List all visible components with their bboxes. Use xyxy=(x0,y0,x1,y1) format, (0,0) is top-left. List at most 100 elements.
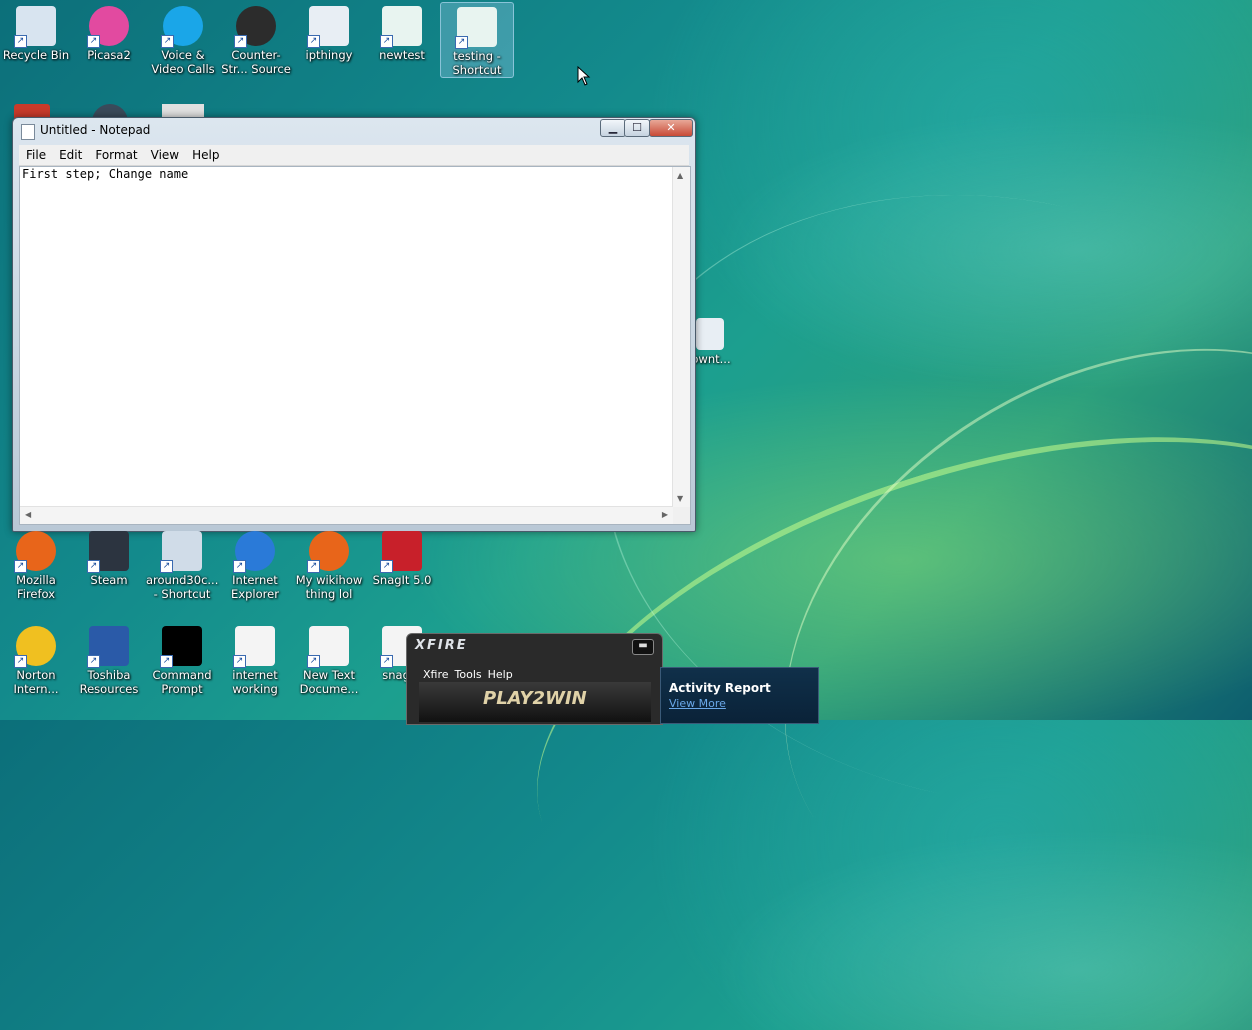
activity-report-popup[interactable]: Activity Report View More xyxy=(660,667,819,724)
xfire-menubar: Xfire Tools Help xyxy=(423,668,519,681)
menu-help[interactable]: Help xyxy=(185,145,225,162)
firefox-icon: ↗ xyxy=(14,531,56,573)
settings-file-icon xyxy=(696,318,724,350)
desktop-icon-label: testing - Shortcut xyxy=(452,49,502,77)
desktop-icon[interactable]: ↗ Mozilla Firefox xyxy=(0,527,72,601)
shortcut-arrow-icon: ↗ xyxy=(14,560,27,573)
desktop-icon-label: Toshiba Resources xyxy=(79,668,139,696)
script-icon: ↗ xyxy=(380,6,422,48)
shortcut-arrow-icon: ↗ xyxy=(161,35,174,48)
shortcut-arrow-icon: ↗ xyxy=(160,560,173,573)
command-prompt-icon: ↗ xyxy=(160,626,202,668)
toshiba-icon: ↗ xyxy=(87,626,129,668)
desktop-icon[interactable]: ↗ SnagIt 5.0 xyxy=(366,527,438,587)
shortcut-arrow-icon: ↗ xyxy=(380,560,393,573)
scroll-up-icon[interactable]: ▲ xyxy=(677,171,683,180)
mouse-cursor-icon xyxy=(577,66,591,86)
shortcut-arrow-icon: ↗ xyxy=(234,35,247,48)
scroll-left-icon[interactable]: ◀ xyxy=(25,510,31,519)
shortcut-arrow-icon: ↗ xyxy=(380,35,393,48)
menu-view[interactable]: View xyxy=(144,145,185,162)
shortcut-arrow-icon: ↗ xyxy=(233,655,246,668)
recycle-bin-icon: ↗ xyxy=(14,6,56,48)
desktop-icon-label: My wikihow thing lol xyxy=(295,573,363,601)
picasa-icon: ↗ xyxy=(87,6,129,48)
vertical-scrollbar[interactable]: ▲ ▼ xyxy=(672,167,690,507)
scroll-down-icon[interactable]: ▼ xyxy=(677,494,683,503)
xfire-minimize-button[interactable]: ▬ xyxy=(632,639,654,655)
activity-report-title: Activity Report xyxy=(669,681,771,695)
shortcut-arrow-icon: ↗ xyxy=(233,560,246,573)
desktop-icon-label: Picasa2 xyxy=(87,48,131,62)
desktop-icon[interactable]: ↗ around30c... - Shortcut xyxy=(146,527,218,601)
desktop-icon[interactable]: ↗ Command Prompt xyxy=(146,622,218,696)
desktop-icon[interactable]: ↗ Internet Explorer xyxy=(219,527,291,601)
menu-format[interactable]: Format xyxy=(88,145,143,162)
view-more-link[interactable]: View More xyxy=(669,697,726,710)
desktop-icon-label: Norton Intern... xyxy=(13,668,59,696)
shortcut-arrow-icon: ↗ xyxy=(87,35,100,48)
desktop-icon[interactable]: ↗ internet working xyxy=(219,622,291,696)
desktop-icon[interactable]: ↗ Recycle Bin xyxy=(0,2,72,62)
notepad-content[interactable]: First step; Change name xyxy=(22,167,188,181)
desktop-icon[interactable]: ↗ Steam xyxy=(73,527,145,587)
desktop-icon-label: newtest xyxy=(379,48,425,62)
counter-strike-icon: ↗ xyxy=(234,6,276,48)
settings-file-icon: ↗ xyxy=(307,6,349,48)
minimize-button[interactable]: ▁ xyxy=(600,119,626,137)
desktop-icon[interactable]: ↗ Counter-Str... Source xyxy=(220,2,292,76)
xfire-menu-tools[interactable]: Tools xyxy=(455,668,482,681)
notepad-menubar: File Edit Format View Help xyxy=(19,145,689,166)
norton-globe-icon: ↗ xyxy=(14,626,56,668)
desktop-icon-label: around30c... - Shortcut xyxy=(146,573,219,601)
skype-icon: ↗ xyxy=(161,6,203,48)
resize-grip[interactable] xyxy=(673,507,690,524)
text-document-icon: ↗ xyxy=(307,626,349,668)
desktop-icon[interactable]: ↗ Picasa2 xyxy=(73,2,145,62)
shortcut-arrow-icon: ↗ xyxy=(14,655,27,668)
firefox-icon: ↗ xyxy=(307,531,349,573)
shortcut-arrow-icon: ↗ xyxy=(307,560,320,573)
wallpaper-swoosh xyxy=(679,232,1252,1030)
desktop-icon[interactable]: ↗ newtest xyxy=(366,2,438,62)
maximize-button[interactable]: ☐ xyxy=(624,119,650,137)
desktop-icon[interactable]: ↗ Norton Intern... xyxy=(0,622,72,696)
shortcut-arrow-icon: ↗ xyxy=(14,35,27,48)
desktop-icon-label: internet working xyxy=(232,668,278,696)
desktop-icon[interactable]: ↗ My wikihow thing lol xyxy=(293,527,365,601)
desktop-icon-label: New Text Docume... xyxy=(299,668,359,696)
desktop-icon-label: ipthingy xyxy=(305,48,353,62)
snagit-icon: ↗ xyxy=(380,531,422,573)
text-document-icon: ↗ xyxy=(233,626,275,668)
notepad-titlebar[interactable]: Untitled - Notepad ▁ ☐ ✕ xyxy=(13,118,695,144)
menu-file[interactable]: File xyxy=(19,145,52,162)
notepad-title: Untitled - Notepad xyxy=(40,123,151,137)
desktop-icon[interactable]: ↗ Voice & Video Calls xyxy=(147,2,219,76)
shortcut-arrow-icon: ↗ xyxy=(307,655,320,668)
notepad-window[interactable]: Untitled - Notepad ▁ ☐ ✕ File Edit Format V… xyxy=(12,117,696,532)
notepad-app-icon xyxy=(21,124,35,140)
xfire-menu-help[interactable]: Help xyxy=(488,668,513,681)
horizontal-scrollbar[interactable]: ◀ ▶ xyxy=(20,506,673,524)
desktop-icon-label: SnagIt 5.0 xyxy=(372,573,432,587)
shortcut-arrow-icon: ↗ xyxy=(160,655,173,668)
desktop-icon[interactable]: ↗ Toshiba Resources xyxy=(73,622,145,696)
desktop-icon[interactable]: ↗ ipthingy xyxy=(293,2,365,62)
xfire-ad-banner[interactable]: PLAY2WIN xyxy=(419,682,651,722)
close-button[interactable]: ✕ xyxy=(649,119,693,137)
internet-explorer-icon: ↗ xyxy=(233,531,275,573)
shortcut-arrow-icon: ↗ xyxy=(455,36,468,49)
xfire-window[interactable]: XFIRE ▬ Xfire Tools Help PLAY2WIN xyxy=(406,633,663,725)
shortcut-arrow-icon: ↗ xyxy=(87,560,100,573)
scroll-right-icon[interactable]: ▶ xyxy=(662,510,668,519)
shortcut-arrow-icon: ↗ xyxy=(307,35,320,48)
desktop-icon-label: Recycle Bin xyxy=(2,48,70,62)
notepad-text-area[interactable]: First step; Change name ▲ ▼ ◀ ▶ xyxy=(19,166,691,525)
desktop-icon-label: Mozilla Firefox xyxy=(16,573,56,601)
desktop-icon[interactable]: ↗ testing - Shortcut xyxy=(440,2,514,78)
xfire-menu-xfire[interactable]: Xfire xyxy=(423,668,449,681)
desktop-icon-label: Voice & Video Calls xyxy=(151,48,215,76)
desktop-icon[interactable]: ↗ New Text Docume... xyxy=(293,622,365,696)
desktop-icon-label: Counter-Str... Source xyxy=(221,48,291,76)
menu-edit[interactable]: Edit xyxy=(52,145,88,162)
